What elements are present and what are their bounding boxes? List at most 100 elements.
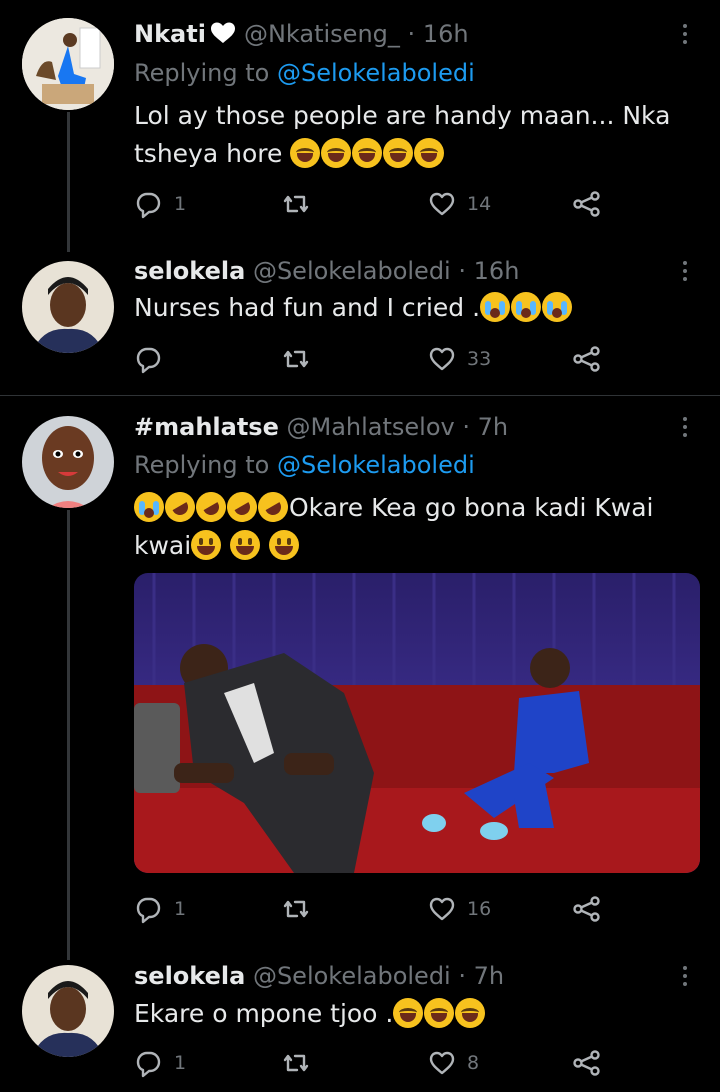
mention-link[interactable]: @Selokelaboledi [277,451,475,479]
heart-icon [429,897,455,921]
like-button[interactable]: 14 [427,188,491,220]
like-button[interactable]: 16 [427,893,491,925]
thread-line [67,510,70,960]
handle[interactable]: @Mahlatselov [287,413,455,441]
tweet-4[interactable]: selokela @Selokelaboledi · 7h Ekare o mp… [0,951,720,1092]
tweet-text-line: Ekare o mpone tjoo . [134,999,394,1028]
cry-emoji-icon [511,292,542,322]
like-count: 14 [467,193,492,215]
dot-separator: · [407,20,416,48]
more-icon[interactable] [680,261,690,285]
joy-emoji-icon [393,998,424,1028]
reply-count: 1 [174,898,187,920]
replying-to: Replying to @Selokelaboledi [134,57,475,89]
share-button[interactable] [572,893,602,925]
replying-label: Replying to [134,59,270,87]
cry-emoji-icon [134,492,164,522]
tweet-text: Nurses had fun and I cried . [134,289,694,327]
tweet-2[interactable]: selokela @Selokelaboledi · 16h Nurses ha… [0,245,720,395]
retweet-button[interactable] [281,188,311,220]
rofl-emoji-icon [221,486,263,528]
heart-emoji-icon [210,21,236,53]
cry-emoji-icon [480,292,511,322]
tweet-text-line: Nurses had fun and I cried . [134,293,481,322]
dot-separator: · [458,257,467,285]
cry-emoji-icon [542,292,573,322]
tweet-text-line: tsheya hore [134,139,283,168]
share-icon [573,191,600,217]
retweet-icon [283,900,309,918]
timestamp[interactable]: 7h [474,962,504,990]
avatar[interactable] [22,261,114,353]
mention-link[interactable]: @Selokelaboledi [277,59,475,87]
tweet-text-line: kwai [134,531,192,560]
rofl-emoji-icon [190,486,232,528]
reply-button[interactable]: 1 [134,893,186,925]
share-button[interactable] [572,1047,602,1079]
more-icon[interactable] [680,966,690,990]
action-bar: 1 8 [134,1047,614,1079]
timestamp[interactable]: 16h [474,257,520,285]
tweet-1[interactable]: Nkati @Nkatiseng_ · 16h Replying to @Selo… [0,0,720,252]
joy-emoji-icon [383,138,414,168]
timestamp[interactable]: 7h [478,413,508,441]
display-name[interactable]: selokela [134,257,245,285]
retweet-button[interactable] [281,343,311,375]
tweet-header: selokela @Selokelaboledi · 7h [134,960,504,992]
share-button[interactable] [572,188,602,220]
replying-label: Replying to [134,451,270,479]
reply-button[interactable]: 1 [134,1047,186,1079]
grin-emoji-icon [191,530,222,560]
reply-button[interactable]: 1 [134,188,186,220]
display-name[interactable]: Nkati [134,20,206,48]
rofl-emoji-icon [252,486,294,528]
avatar[interactable] [22,965,114,1057]
more-icon[interactable] [680,24,690,48]
like-button[interactable]: 8 [427,1047,479,1079]
retweet-icon [283,1054,309,1072]
replying-to: Replying to @Selokelaboledi [134,449,475,481]
retweet-button[interactable] [281,1047,311,1079]
emoji-group [290,138,445,168]
like-count: 16 [467,898,492,920]
reply-icon [136,192,161,219]
tweet-header: Nkati @Nkatiseng_ · 16h [134,18,469,53]
handle[interactable]: @Selokelaboledi [253,962,451,990]
tweet-header: selokela @Selokelaboledi · 16h [134,255,519,287]
tweet-header: #mahlatse @Mahlatselov · 7h [134,411,508,443]
more-icon[interactable] [680,417,690,441]
tweet-text: Ekare o mpone tjoo . [134,995,694,1033]
dot-separator: · [458,962,467,990]
tweet-media-image[interactable] [134,573,700,873]
handle[interactable]: @Nkatiseng_ [244,20,400,48]
share-button[interactable] [572,343,602,375]
like-button[interactable]: 33 [427,343,491,375]
joy-emoji-icon [321,138,352,168]
emoji-group [134,486,294,528]
action-bar: 1 14 [134,188,614,220]
tweet-text: Lol ay those people are handy maan... Nk… [134,97,694,173]
action-bar: 33 [134,343,614,375]
handle[interactable]: @Selokelaboledi [253,257,451,285]
dot-separator: · [462,413,471,441]
like-count: 8 [467,1052,480,1074]
reply-button[interactable] [134,343,164,375]
heart-icon [429,192,455,216]
display-name[interactable]: selokela [134,962,245,990]
display-name[interactable]: #mahlatse [134,413,279,441]
emoji-group [191,530,300,560]
tweet-text-line: Okare Kea go bona kadi Kwai [289,493,654,522]
action-bar: 1 16 [134,893,614,925]
heart-icon [429,347,455,371]
avatar[interactable] [22,18,114,110]
retweet-button[interactable] [281,893,311,925]
joy-emoji-icon [455,998,486,1028]
avatar[interactable] [22,416,114,508]
retweet-icon [283,350,309,368]
reply-icon [136,897,161,924]
reply-count: 1 [174,1052,187,1074]
reply-icon [136,347,161,374]
timestamp[interactable]: 16h [423,20,469,48]
thread-line [67,112,70,252]
grin-emoji-icon [269,530,300,560]
